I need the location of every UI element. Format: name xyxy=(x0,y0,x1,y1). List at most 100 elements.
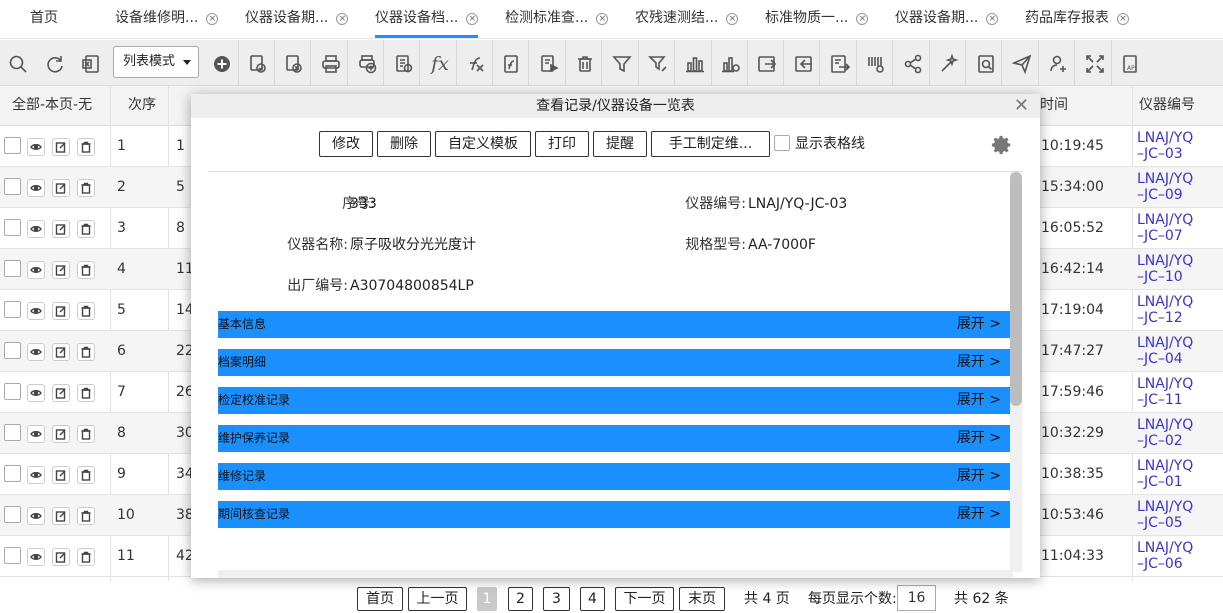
close-icon[interactable]: × xyxy=(466,13,479,25)
delete-icon[interactable] xyxy=(77,343,95,361)
barcode-icon[interactable] xyxy=(864,52,888,76)
edit-icon[interactable] xyxy=(52,507,70,525)
fx-tool-icon[interactable] xyxy=(464,52,488,76)
page-3-button[interactable]: 3 xyxy=(543,587,570,611)
bar-chart-icon[interactable] xyxy=(683,52,707,76)
share-icon[interactable] xyxy=(901,52,925,76)
close-icon[interactable]: × xyxy=(596,13,609,25)
close-icon[interactable]: × xyxy=(986,13,999,25)
row-checkbox[interactable] xyxy=(4,342,21,359)
print-button[interactable]: 打印 xyxy=(535,131,589,157)
delete-icon[interactable] xyxy=(77,302,95,320)
delete-icon[interactable] xyxy=(77,220,95,238)
view-icon[interactable] xyxy=(27,302,45,320)
edit-icon[interactable] xyxy=(52,343,70,361)
instrument-code-link[interactable]: LNAJ/YQ –JC–05 xyxy=(1137,499,1217,531)
row-checkbox[interactable] xyxy=(4,506,21,523)
expand-toggle[interactable]: 展开 > xyxy=(957,501,1001,528)
view-icon[interactable] xyxy=(27,179,45,197)
section-maintenance[interactable]: 维护保养记录 展开 > xyxy=(218,425,1013,452)
row-checkbox[interactable] xyxy=(4,178,21,195)
view-icon[interactable] xyxy=(27,466,45,484)
page-4-button[interactable]: 4 xyxy=(580,587,605,611)
filter-icon[interactable] xyxy=(610,52,634,76)
search-icon[interactable] xyxy=(6,52,30,76)
section-repair[interactable]: 维修记录 展开 > xyxy=(218,463,1013,490)
row-checkbox[interactable] xyxy=(4,383,21,400)
edit-icon[interactable] xyxy=(52,384,70,402)
edit-check-icon[interactable] xyxy=(246,52,270,76)
page-2-button[interactable]: 2 xyxy=(508,587,533,611)
close-icon[interactable]: × xyxy=(206,13,219,25)
instrument-code-link[interactable]: LNAJ/YQ –JC–04 xyxy=(1137,335,1217,367)
view-icon[interactable] xyxy=(27,261,45,279)
edit-icon[interactable] xyxy=(52,425,70,443)
delete-button[interactable]: 删除 xyxy=(377,131,431,157)
delete-icon[interactable] xyxy=(77,507,95,525)
instrument-code-link[interactable]: LNAJ/YQ –JC–06 xyxy=(1137,540,1217,572)
import-icon[interactable] xyxy=(792,52,816,76)
print-icon[interactable] xyxy=(319,52,343,76)
instrument-code-link[interactable]: LNAJ/YQ –JC–07 xyxy=(1137,212,1217,244)
add-icon[interactable] xyxy=(210,52,234,76)
gear-icon[interactable] xyxy=(991,134,1013,156)
scrollbar-thumb[interactable] xyxy=(1010,172,1022,406)
delete-doc-icon[interactable] xyxy=(282,52,306,76)
section-basic-info[interactable]: 基本信息 展开 > xyxy=(218,311,1013,338)
doc-check-icon[interactable] xyxy=(974,52,998,76)
show-grid-lines-checkbox[interactable] xyxy=(774,135,790,151)
delete-icon[interactable] xyxy=(77,425,95,443)
expand-toggle[interactable]: 展开 > xyxy=(957,387,1001,414)
fx-icon[interactable]: fx xyxy=(428,52,452,76)
delete-icon[interactable] xyxy=(77,179,95,197)
instrument-code-link[interactable]: LNAJ/YQ –JC–11 xyxy=(1137,376,1217,408)
tab-pesticide-results[interactable]: 农残速测结... × xyxy=(635,0,739,38)
fx-doc-icon[interactable] xyxy=(500,52,524,76)
magic-icon[interactable] xyxy=(937,52,961,76)
export-doc-icon[interactable] xyxy=(828,52,852,76)
row-checkbox[interactable] xyxy=(4,301,21,318)
close-icon[interactable]: ✕ xyxy=(1014,97,1029,115)
first-page-button[interactable]: 首页 xyxy=(357,587,403,611)
filter-edit-icon[interactable] xyxy=(646,52,670,76)
print-add-icon[interactable] xyxy=(356,52,380,76)
bar-chart-edit-icon[interactable] xyxy=(719,52,743,76)
delete-icon[interactable] xyxy=(77,384,95,402)
fullscreen-icon[interactable] xyxy=(1083,52,1107,76)
tab-reference-material[interactable]: 标准物质一... × xyxy=(765,0,869,38)
header-code[interactable]: 仪器编号 xyxy=(1139,86,1195,126)
remind-button[interactable]: 提醒 xyxy=(593,131,647,157)
close-icon[interactable]: × xyxy=(856,13,869,25)
excel-icon[interactable] xyxy=(79,52,103,76)
tab-equipment-repair[interactable]: 设备维修明... × xyxy=(115,0,219,38)
api-icon[interactable]: API xyxy=(1119,52,1143,76)
view-icon[interactable] xyxy=(27,343,45,361)
tab-drug-inventory[interactable]: 药品库存报表 × xyxy=(1025,0,1129,38)
list-mode-dropdown[interactable]: 列表模式 xyxy=(113,46,199,78)
close-icon[interactable]: × xyxy=(1117,13,1129,25)
export-icon[interactable] xyxy=(755,52,779,76)
custom-template-button[interactable]: 自定义模板 xyxy=(435,131,531,157)
expand-toggle[interactable]: 展开 > xyxy=(957,463,1001,490)
section-period-check[interactable]: 期间核查记录 展开 > xyxy=(218,501,1013,528)
section-archive-details[interactable]: 档案明细 展开 > xyxy=(218,349,1013,376)
row-checkbox[interactable] xyxy=(4,465,21,482)
header-time[interactable]: 时间 xyxy=(1040,86,1068,126)
user-key-icon[interactable] xyxy=(1046,52,1070,76)
tab-home[interactable]: 首页 xyxy=(30,0,58,38)
instrument-code-link[interactable]: LNAJ/YQ –JC–03 xyxy=(1137,130,1217,162)
instrument-code-link[interactable]: LNAJ/YQ –JC–10 xyxy=(1137,253,1217,285)
close-icon[interactable]: × xyxy=(726,13,739,25)
view-icon[interactable] xyxy=(27,425,45,443)
tab-equipment-period-2[interactable]: 仪器设备期... × xyxy=(895,0,999,38)
refresh-icon[interactable] xyxy=(43,52,67,76)
edit-icon[interactable] xyxy=(52,466,70,484)
trash-icon[interactable] xyxy=(573,52,597,76)
row-checkbox[interactable] xyxy=(4,547,21,564)
per-page-input[interactable]: 16 xyxy=(897,585,936,611)
delete-icon[interactable] xyxy=(77,466,95,484)
edit-icon[interactable] xyxy=(52,179,70,197)
page-1-button[interactable]: 1 xyxy=(477,587,497,611)
row-checkbox[interactable] xyxy=(4,260,21,277)
close-icon[interactable]: × xyxy=(336,13,349,25)
